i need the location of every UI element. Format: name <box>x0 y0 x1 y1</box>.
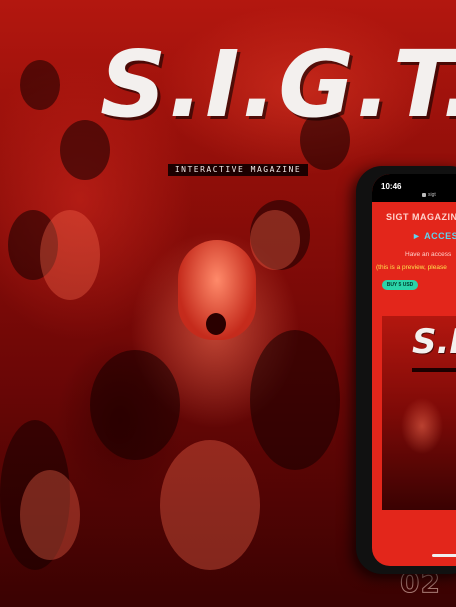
lock-icon <box>422 192 426 197</box>
url-text: sigt <box>428 192 436 198</box>
crowd-shape <box>160 440 260 570</box>
preview-note: (this is a preview, please <box>376 264 447 271</box>
home-indicator <box>432 554 456 557</box>
have-access-text: Have an access <box>405 251 452 258</box>
crowd-shape <box>250 330 340 470</box>
crowd-shape <box>90 350 180 460</box>
crowd-shape <box>20 60 60 110</box>
featured-face-mouth <box>206 313 226 335</box>
crowd-shape <box>40 210 100 300</box>
crowd-shape <box>250 210 300 270</box>
cover-tagline: INTERACTIVE MAGAZINE <box>168 164 308 176</box>
buy-button[interactable]: BUY 5 USD <box>382 280 418 290</box>
preview-tagline-bar <box>412 368 456 372</box>
magazine-heading: SIGT MAGAZIN <box>386 212 456 222</box>
cover-preview[interactable]: S.I. <box>382 316 456 510</box>
crowd-shape <box>20 470 80 560</box>
phone-notch <box>412 174 456 184</box>
sigt-logo: S.I.G.T. <box>100 20 456 160</box>
sigt-logo-text: S.I.G.T. <box>100 31 456 138</box>
url-bar[interactable]: sigt <box>422 192 436 198</box>
preview-logo: S.I. <box>412 322 456 362</box>
access-link[interactable]: ► ACCES <box>412 231 456 241</box>
phone-screen: 10:46 sigt SIGT MAGAZIN ► ACCES Have an … <box>372 174 456 566</box>
phone-clock: 10:46 <box>381 182 402 191</box>
